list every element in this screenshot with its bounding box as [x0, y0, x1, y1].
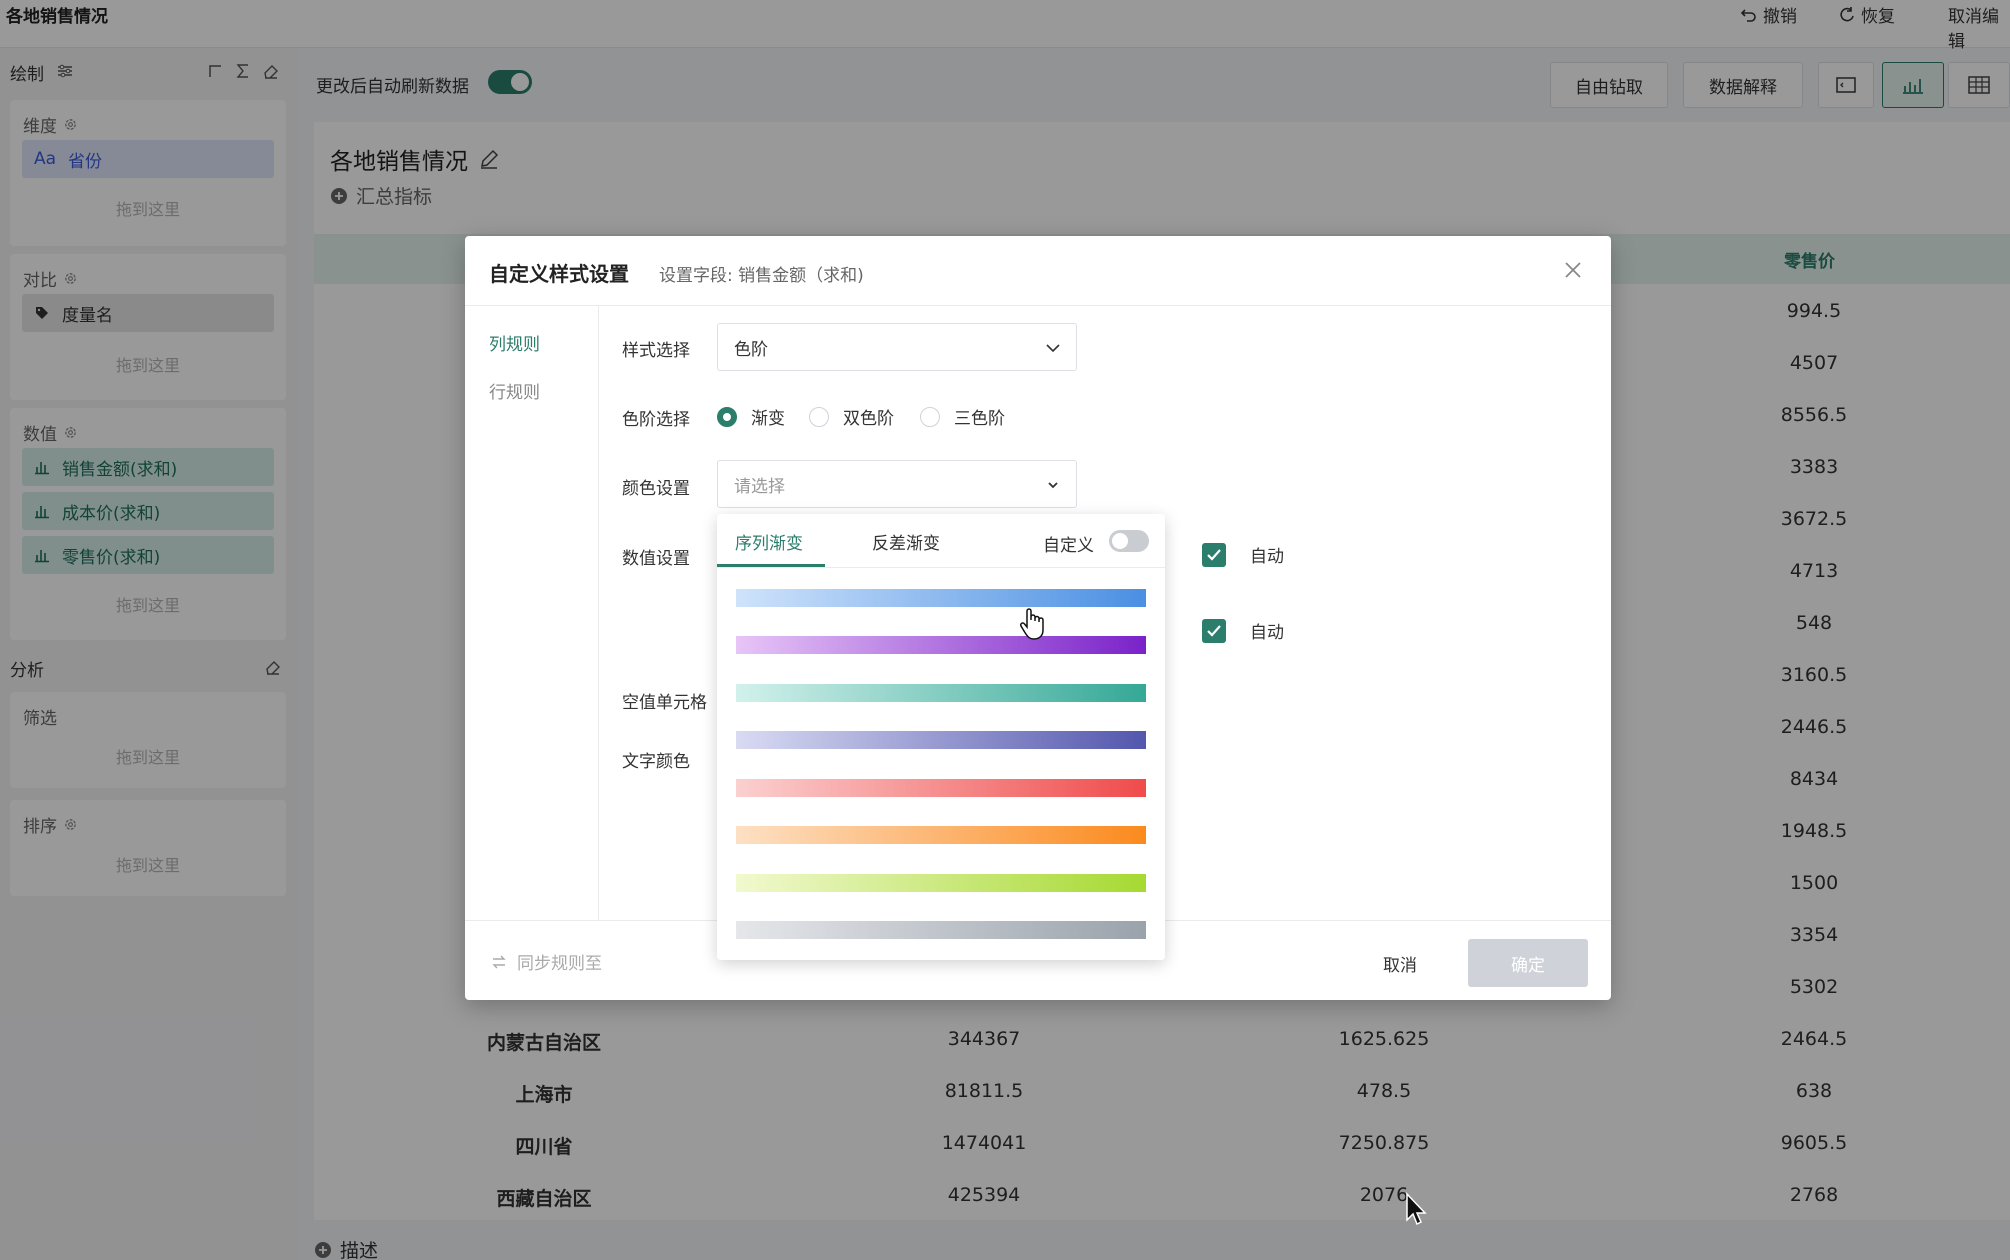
- cancel-button[interactable]: 取消: [1365, 943, 1435, 983]
- color-label: 颜色设置: [622, 479, 690, 499]
- dialog-header: 自定义样式设置 设置字段: 销售金额（求和): [465, 236, 1611, 306]
- radio-label: 渐变: [751, 409, 785, 429]
- tab-diverging-gradient[interactable]: 反差渐变: [872, 529, 940, 554]
- active-tab-indicator: [717, 564, 825, 567]
- radio-three-color[interactable]: 三色阶: [920, 404, 1005, 429]
- chevron-down-icon: [1048, 482, 1058, 489]
- empty-cell-label: 空值单元格: [622, 693, 707, 713]
- gradient-option[interactable]: [736, 636, 1146, 654]
- check-icon: [1207, 624, 1221, 637]
- rule-nav: 列规则 行规则: [465, 306, 599, 920]
- close-icon[interactable]: [1561, 258, 1585, 282]
- color-palette-dropdown: 序列渐变 反差渐变 自定义: [717, 514, 1165, 960]
- gradient-option[interactable]: [736, 921, 1146, 939]
- dialog-title: 自定义样式设置: [489, 262, 629, 286]
- radio-label: 双色阶: [843, 409, 894, 429]
- checkbox-checked: [1202, 618, 1226, 643]
- dialog-subtitle: 设置字段: 销售金额（求和): [659, 266, 864, 286]
- radio-dot: [920, 406, 940, 427]
- auto-label: 自动: [1250, 623, 1284, 643]
- palette-tabs: 序列渐变 反差渐变 自定义: [717, 514, 1165, 568]
- radio-dot: [809, 406, 829, 427]
- radio-label: 三色阶: [954, 409, 1005, 429]
- style-label: 样式选择: [622, 341, 690, 361]
- gradient-option[interactable]: [736, 589, 1146, 607]
- color-select-placeholder: 请选择: [734, 476, 785, 497]
- check-icon: [1207, 548, 1221, 561]
- nav-column-rule[interactable]: 列规则: [489, 330, 540, 355]
- tab-sequential-gradient[interactable]: 序列渐变: [735, 529, 803, 554]
- gradient-option[interactable]: [736, 684, 1146, 702]
- chevron-down-icon: [1046, 344, 1060, 353]
- auto-min-checkbox[interactable]: 自动: [1202, 542, 1284, 567]
- auto-max-checkbox[interactable]: 自动: [1202, 618, 1284, 643]
- gradient-option[interactable]: [736, 731, 1146, 749]
- style-select[interactable]: 色阶: [717, 323, 1077, 371]
- checkbox-checked: [1202, 542, 1226, 567]
- radio-dot-selected: [717, 406, 737, 427]
- gradient-option[interactable]: [736, 779, 1146, 797]
- custom-label: 自定义: [1043, 536, 1094, 556]
- value-label: 数值设置: [622, 549, 690, 569]
- radio-gradient[interactable]: 渐变: [717, 404, 785, 429]
- arrow-cursor-icon: [1406, 1192, 1427, 1226]
- nav-row-rule[interactable]: 行规则: [489, 378, 540, 403]
- radio-two-color[interactable]: 双色阶: [809, 404, 894, 429]
- sync-label: 同步规则至: [517, 954, 602, 974]
- auto-label: 自动: [1250, 547, 1284, 567]
- custom-toggle[interactable]: [1109, 530, 1149, 552]
- text-color-label: 文字颜色: [622, 752, 690, 772]
- sync-rule-button[interactable]: 同步规则至: [491, 949, 602, 974]
- color-select[interactable]: 请选择: [717, 460, 1077, 508]
- confirm-button[interactable]: 确定: [1468, 939, 1588, 987]
- gradient-option[interactable]: [736, 874, 1146, 892]
- style-select-value: 色阶: [734, 339, 768, 360]
- hand-cursor-icon: [1020, 608, 1044, 640]
- swap-icon: [492, 955, 506, 968]
- scale-label: 色阶选择: [622, 410, 690, 430]
- gradient-option[interactable]: [736, 826, 1146, 844]
